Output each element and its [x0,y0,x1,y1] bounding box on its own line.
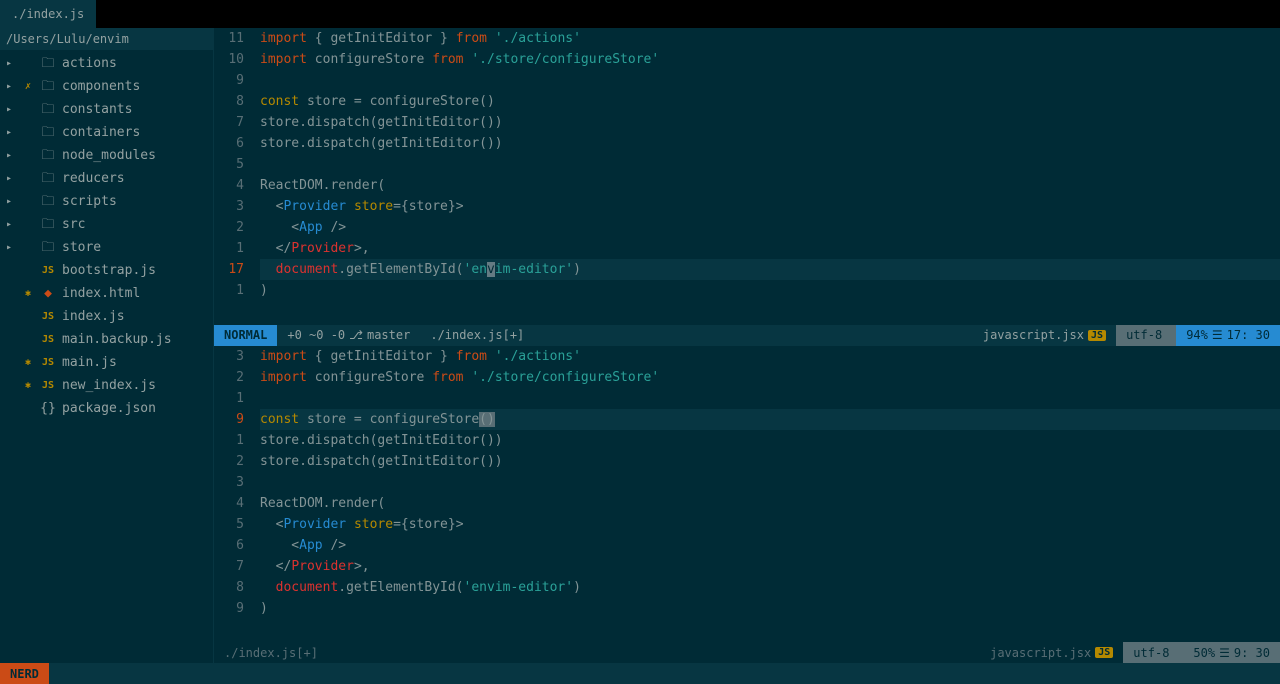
code-1[interactable]: import { getInitEditor } from './actions… [254,28,1280,325]
tree-arrow-icon[interactable]: ▸ [6,77,16,96]
tree-arrow-icon[interactable]: ▸ [6,238,16,257]
tree-arrow-icon[interactable]: ▸ [6,146,16,165]
tree-item[interactable]: ▸🗀node_modules [0,144,213,167]
tree-item[interactable]: ▸✗🗀components [0,75,213,98]
editor-split-bottom: 3219123456789 import { getInitEditor } f… [214,346,1280,664]
editor-split-top: 1110987654321171 import { getInitEditor … [214,28,1280,346]
position-1: 94% ☰ 17: 30 [1176,325,1280,346]
tree-item[interactable]: ✱◆index.html [0,282,213,305]
tree-arrow-icon[interactable]: ▸ [6,169,16,188]
tree-item-label: main.js [62,353,117,372]
tree-item-label: components [62,77,140,96]
tree-item-label: main.backup.js [62,330,172,349]
gutter-1: 1110987654321171 [214,28,254,325]
tree-item[interactable]: ▸🗀store [0,236,213,259]
tree-item-label: node_modules [62,146,156,165]
tree-item[interactable]: ▸🗀scripts [0,190,213,213]
tree-item[interactable]: ▸🗀reducers [0,167,213,190]
tree-item[interactable]: {}package.json [0,397,213,420]
filename-2: ./index.js[+] [214,642,328,663]
main-area: /Users/Lulu/envim ▸🗀actions▸✗🗀components… [0,28,1280,663]
tree-item-label: actions [62,54,117,73]
tree-item-label: new_index.js [62,376,156,395]
gutter-2: 3219123456789 [214,346,254,643]
tree-item[interactable]: ✱JSmain.js [0,351,213,374]
tree-arrow-icon[interactable]: ▸ [6,192,16,211]
git-status-icon: ✗ [22,77,34,96]
branch-icon: ⎇ [349,328,363,342]
tree-item[interactable]: JSindex.js [0,305,213,328]
tree-item[interactable]: ✱JSnew_index.js [0,374,213,397]
tree-item-label: reducers [62,169,125,188]
tree-item-label: package.json [62,399,156,418]
mode-indicator: NORMAL [214,325,277,346]
code-pane-1[interactable]: 1110987654321171 import { getInitEditor … [214,28,1280,325]
tree-item[interactable]: JSmain.backup.js [0,328,213,351]
bottom-bar: NERD [0,663,1280,684]
sidebar-path: /Users/Lulu/envim [0,28,213,50]
tree-arrow-icon[interactable]: ▸ [6,100,16,119]
tree-arrow-icon[interactable]: ▸ [6,54,16,73]
tree-item-label: scripts [62,192,117,211]
filename-1: ./index.js[+] [420,325,534,346]
nerd-label: NERD [0,663,49,684]
tree-item[interactable]: ▸🗀containers [0,121,213,144]
tree-item-label: constants [62,100,132,119]
git-status-icon: ✱ [22,353,34,372]
tree-item[interactable]: JSbootstrap.js [0,259,213,282]
git-stats: +0 ~0 -0 ⎇ master [277,325,420,346]
sidebar: /Users/Lulu/envim ▸🗀actions▸✗🗀components… [0,28,214,663]
tree-item-label: index.js [62,307,125,326]
git-status-icon: ✱ [22,284,34,303]
tree-item-label: src [62,215,85,234]
tree-item-label: store [62,238,101,257]
code-2[interactable]: import { getInitEditor } from './actions… [254,346,1280,643]
filetype-1: javascript.jsx JS [973,325,1116,346]
titlebar: ./index.js [0,0,1280,28]
tree-arrow-icon[interactable]: ▸ [6,123,16,142]
editor-area: 1110987654321171 import { getInitEditor … [214,28,1280,663]
tree-item[interactable]: ▸🗀actions [0,52,213,75]
js-badge-icon: JS [1095,647,1113,658]
statusline-1: NORMAL +0 ~0 -0 ⎇ master ./index.js[+] j… [214,325,1280,346]
tree-item-label: bootstrap.js [62,261,156,280]
tree-item-label: index.html [62,284,140,303]
statusline-2: ./index.js[+] javascript.jsx JS utf-8 50… [214,642,1280,663]
tree-arrow-icon[interactable]: ▸ [6,215,16,234]
encoding-1: utf-8 [1116,325,1176,346]
file-tree[interactable]: ▸🗀actions▸✗🗀components▸🗀constants▸🗀conta… [0,50,213,663]
position-2: 50% ☰ 9: 30 [1183,642,1280,663]
git-status-icon: ✱ [22,376,34,395]
tree-item[interactable]: ▸🗀constants [0,98,213,121]
filetype-2: javascript.jsx JS [980,642,1123,663]
file-tab[interactable]: ./index.js [0,0,96,28]
encoding-2: utf-8 [1123,642,1183,663]
tree-item[interactable]: ▸🗀src [0,213,213,236]
js-badge-icon: JS [1088,330,1106,341]
tree-item-label: containers [62,123,140,142]
code-pane-2[interactable]: 3219123456789 import { getInitEditor } f… [214,346,1280,643]
